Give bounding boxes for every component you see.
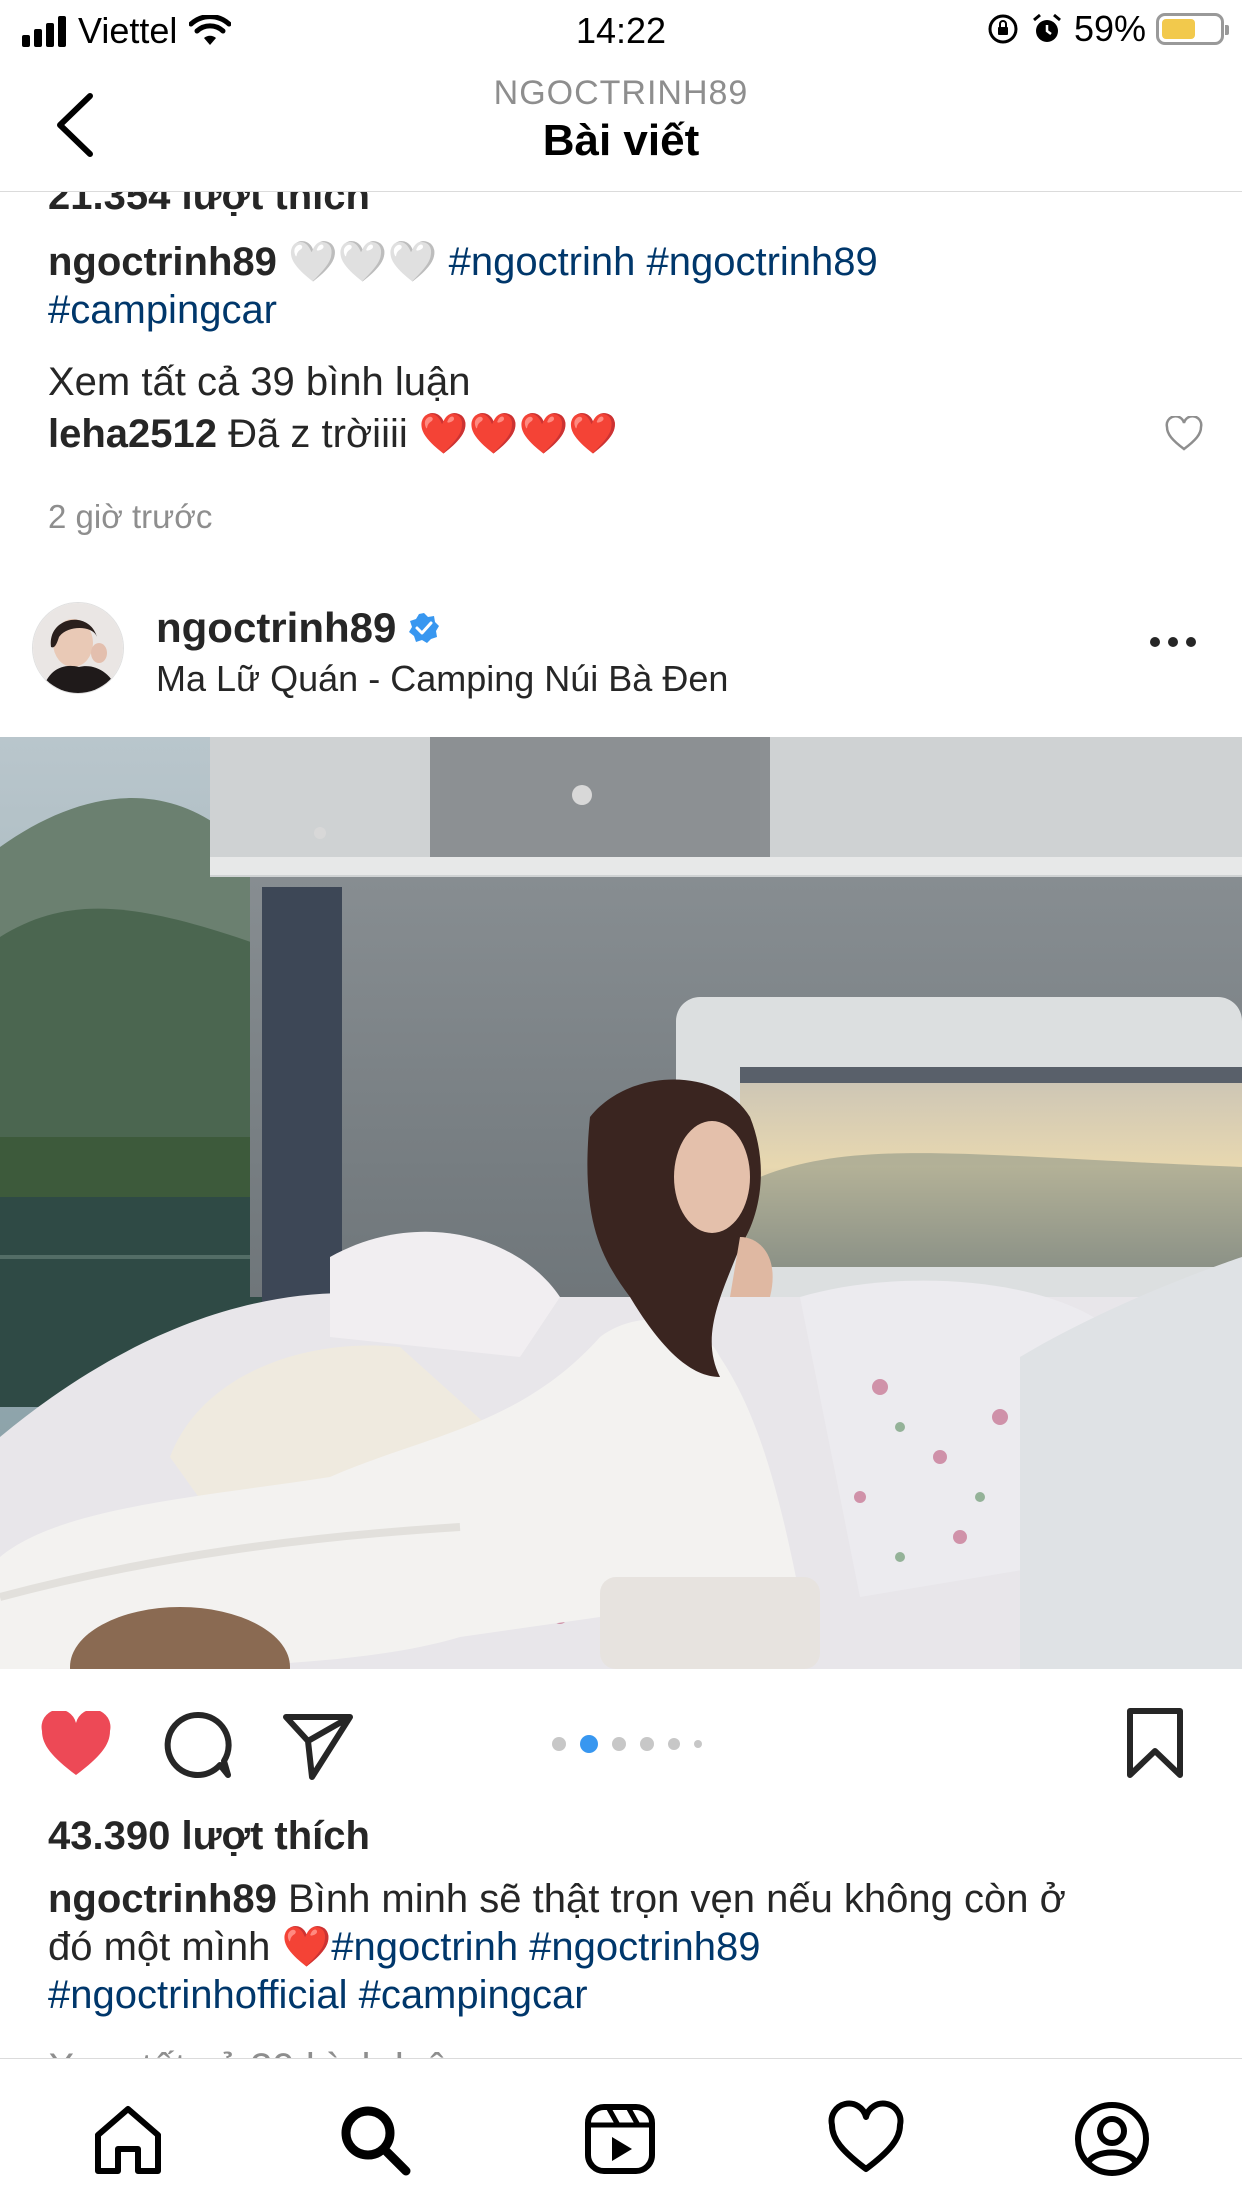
page-title: Bài viết (542, 116, 700, 165)
activity-heart-icon[interactable] (826, 2099, 906, 2179)
previous-caption: ngoctrinh89 🤍🤍🤍 #ngoctrinh #ngoctrinh89 … (48, 238, 1198, 334)
avatar[interactable] (32, 602, 124, 694)
view-all-comments-link[interactable]: Xem tất cả 39 bình luận (48, 2046, 471, 2058)
top-header: NGOCTRINH89 Bài viết (0, 64, 1242, 192)
likes-count[interactable]: 43.390 lượt thích (48, 1814, 370, 1859)
caption-hashtags[interactable]: #ngoctrinh #ngoctrinh89 (331, 1925, 760, 1969)
verified-badge-icon (409, 613, 440, 643)
post-timestamp: 2 giờ trước (48, 498, 213, 535)
post-header: ngoctrinh89 Ma Lữ Quán - Camping Núi Bà … (0, 602, 1242, 732)
comment-row: leha2512 Đã z trờiiii ❤️❤️❤️❤️ (48, 410, 1242, 457)
share-button[interactable] (282, 1709, 354, 1781)
comment-like-icon[interactable] (1164, 416, 1204, 452)
caption-hashtags[interactable]: #ngoctrinh #ngoctrinh89 (449, 240, 878, 284)
carousel-dot (612, 1737, 626, 1751)
feed-content: 21.354 lượt thích ngoctrinh89 🤍🤍🤍 #ngoct… (0, 192, 1242, 2058)
battery-icon (1156, 13, 1229, 45)
comment-text: Đã z trờiiii (228, 412, 408, 456)
profile-icon[interactable] (1072, 2099, 1152, 2179)
post-username[interactable]: ngoctrinh89 (156, 604, 396, 652)
comment-username[interactable]: leha2512 (48, 412, 217, 456)
caption-emojis: 🤍🤍🤍 (288, 240, 438, 284)
bottom-nav (0, 2058, 1242, 2208)
comment-emojis: ❤️❤️❤️❤️ (418, 412, 619, 456)
comment-button[interactable] (162, 1709, 234, 1781)
post-location[interactable]: Ma Lữ Quán - Camping Núi Bà Đen (156, 658, 728, 700)
caption-username[interactable]: ngoctrinh89 (48, 240, 277, 284)
post-photo[interactable] (0, 737, 1242, 1669)
caption-text: Bình minh sẽ thật trọn vẹn nếu không còn… (288, 1877, 1066, 1921)
carousel-dot (694, 1740, 702, 1748)
header-username: NGOCTRINH89 (493, 74, 749, 112)
alarm-icon (1032, 13, 1061, 42)
carousel-dot (640, 1737, 654, 1751)
view-all-comments-link[interactable]: Xem tất cả 39 bình luận (48, 360, 471, 405)
carousel-dot (580, 1735, 598, 1753)
post-caption: ngoctrinh89 Bình minh sẽ thật trọn vẹn n… (48, 1875, 1208, 2019)
orientation-lock-icon (988, 14, 1018, 44)
search-icon[interactable] (334, 2099, 414, 2179)
caption-emoji: ❤️ (281, 1925, 332, 1969)
reels-icon[interactable] (580, 2099, 660, 2179)
caption-hashtags[interactable]: #campingcar (48, 288, 277, 332)
like-button[interactable] (38, 1711, 114, 1779)
caption-hashtags[interactable]: #ngoctrinhofficial #campingcar (48, 1973, 588, 2017)
carousel-dot (668, 1738, 680, 1750)
carousel-dot (552, 1737, 566, 1751)
caption-text: đó một mình (48, 1925, 271, 1969)
more-options-icon[interactable] (1148, 632, 1198, 652)
post-actions (0, 1669, 1242, 1809)
caption-username[interactable]: ngoctrinh89 (48, 1877, 277, 1921)
battery-percent: 59% (1073, 8, 1146, 49)
status-bar: Viettel 14:22 59% (0, 0, 1242, 64)
save-button[interactable] (1124, 1705, 1186, 1781)
previous-likes-count[interactable]: 21.354 lượt thích (48, 192, 370, 219)
home-icon[interactable] (88, 2099, 168, 2179)
instagram-post-screen: Viettel 14:22 59% NGOCTRINH89 Bài viết 2… (0, 0, 1242, 2208)
carousel-indicator (552, 1735, 702, 1753)
